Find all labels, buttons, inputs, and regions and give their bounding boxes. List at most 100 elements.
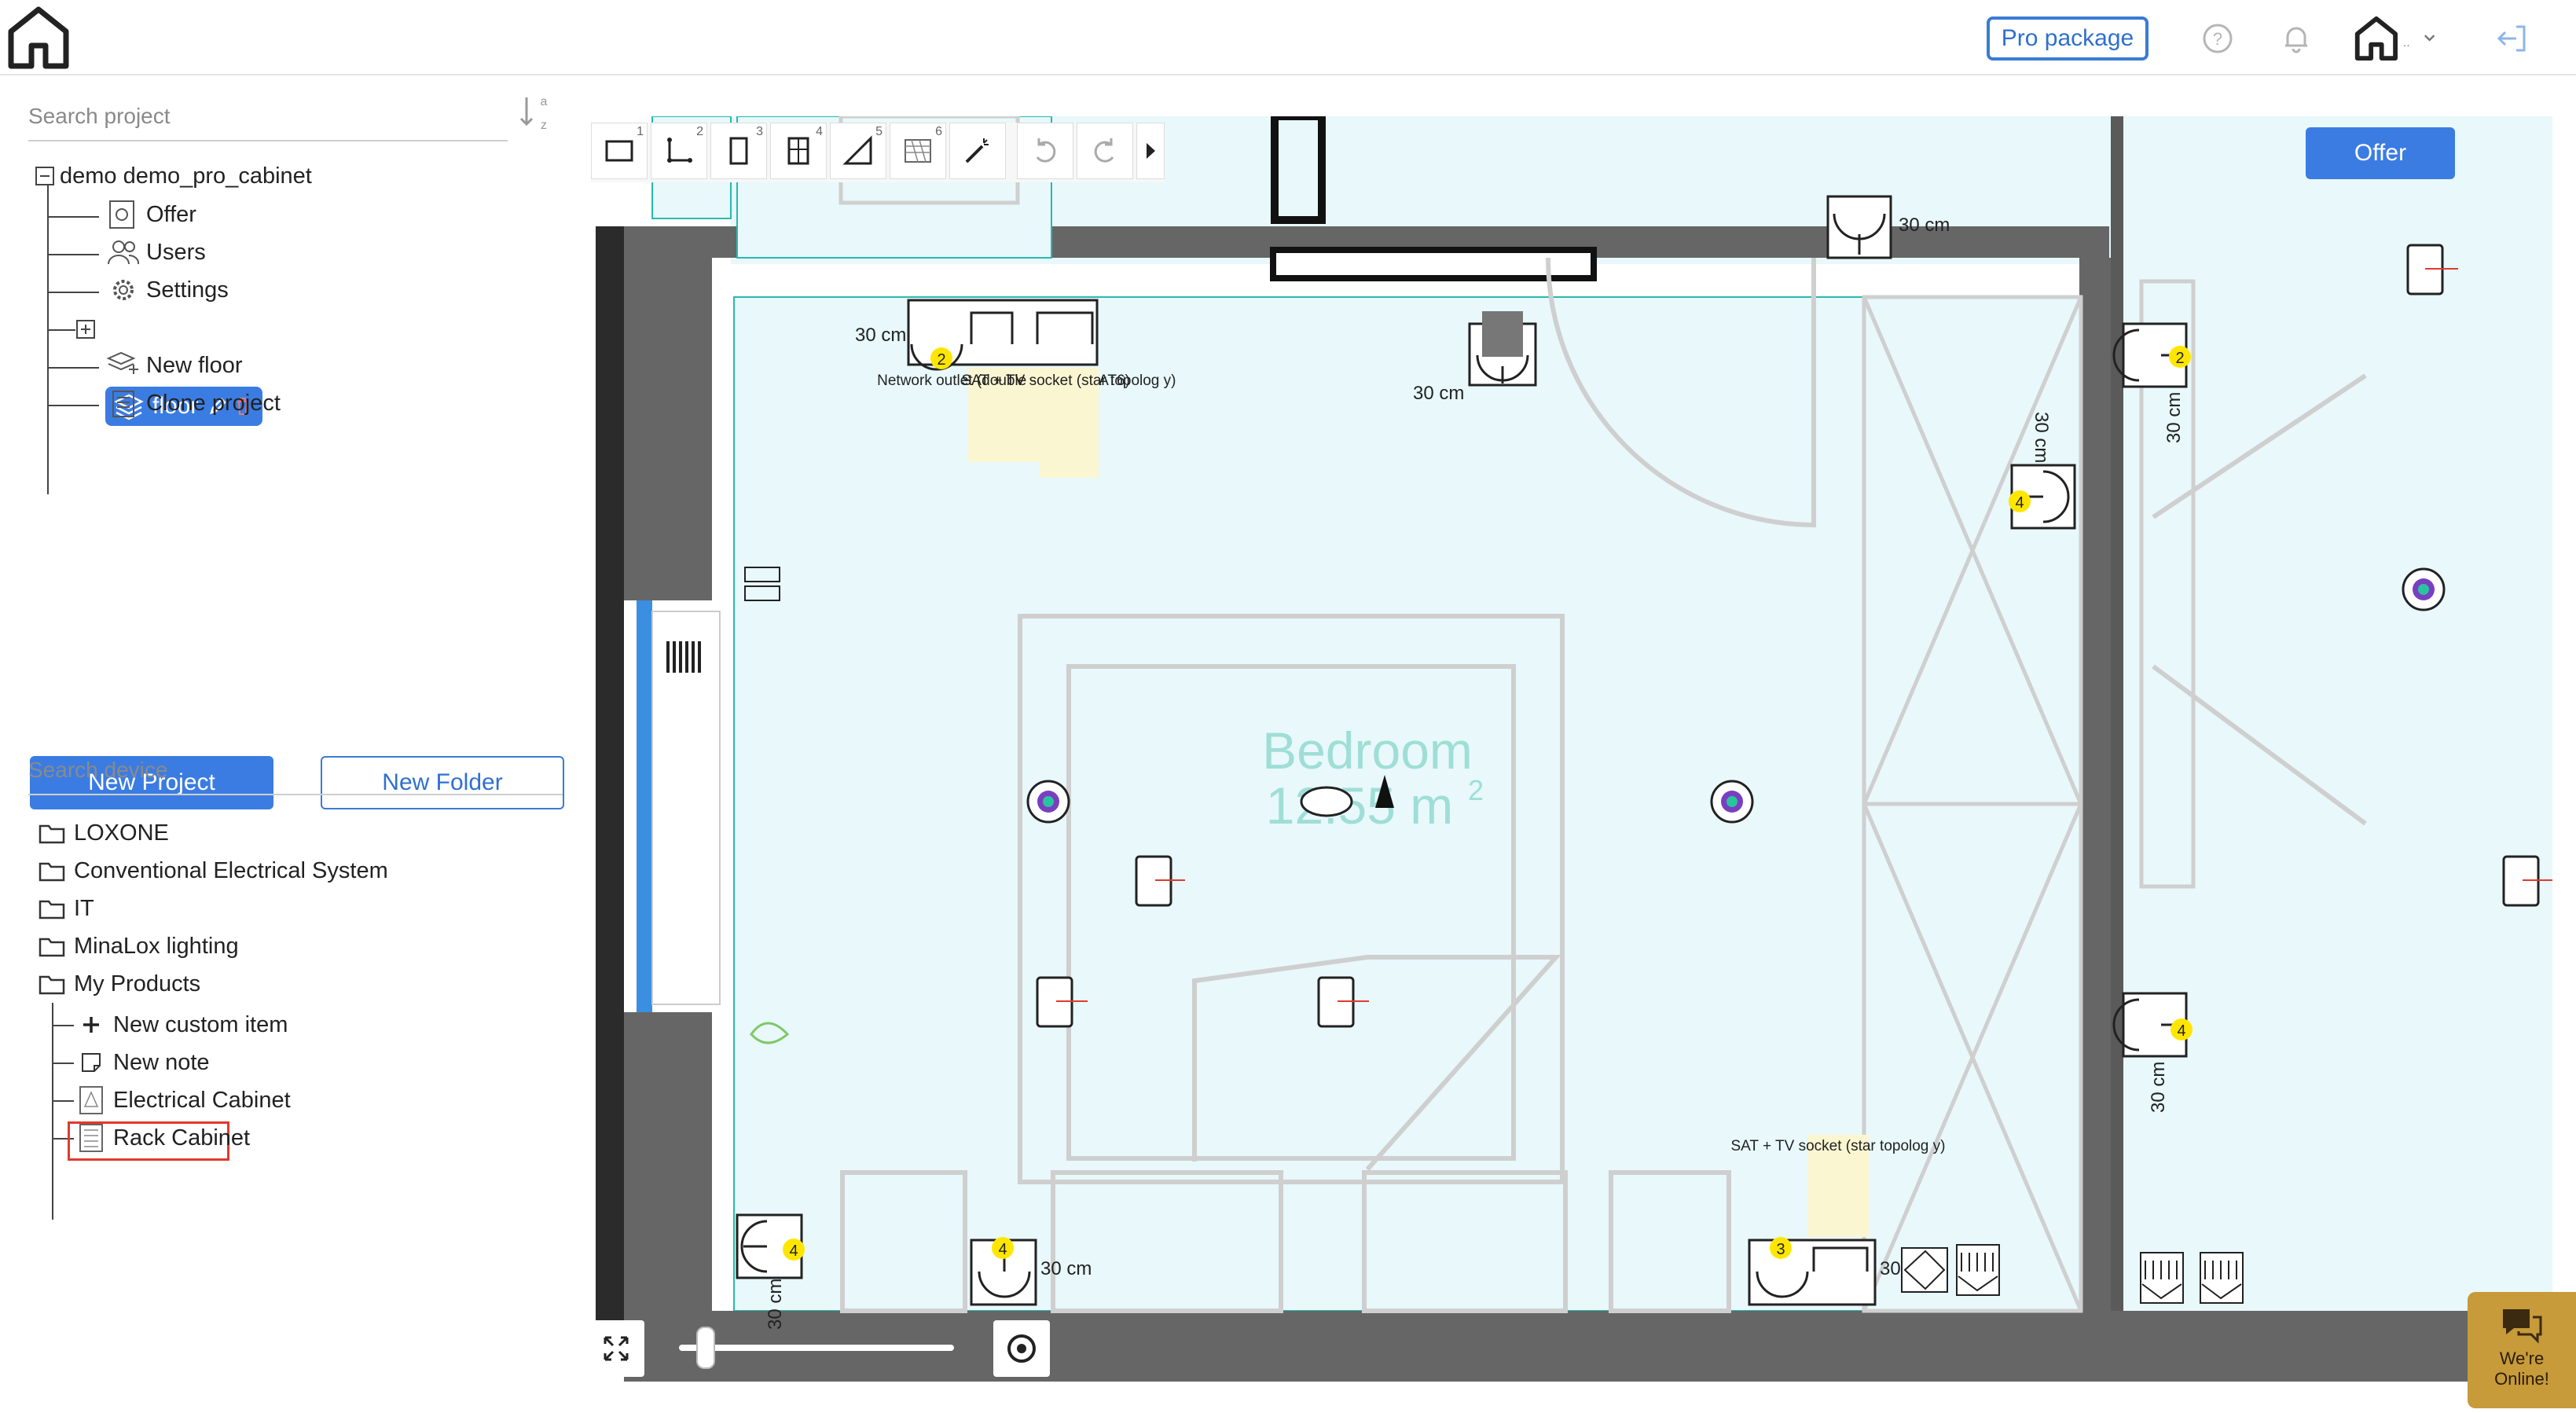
bottom-left-socket-symbol[interactable]: 4	[736, 1213, 805, 1279]
rgb-light-symbol[interactable]	[1026, 780, 1070, 824]
tree-item-new-floor[interactable]: New floor	[105, 348, 243, 383]
folder-label: MinaLox lighting	[74, 933, 239, 959]
heating-symbol[interactable]	[2200, 1252, 2244, 1304]
sort-az-icon[interactable]: a z	[519, 93, 553, 135]
top-bar: Pro package ? ..	[0, 0, 2576, 75]
wall-socket-symbol[interactable]: 4	[2009, 464, 2076, 530]
tree-item-offer[interactable]: Offer	[105, 197, 196, 232]
folder-loxone[interactable]: LOXONE	[38, 816, 169, 850]
right-socket-symbol-upper[interactable]: 2	[2112, 322, 2191, 388]
radiator-symbol[interactable]	[665, 638, 704, 673]
note-icon	[82, 1053, 101, 1072]
svg-text:4: 4	[2015, 494, 2024, 512]
line-tool[interactable]: 2	[651, 123, 707, 179]
tree-line	[47, 216, 99, 218]
zoom-slider-track[interactable]	[679, 1345, 954, 1351]
heating-symbol[interactable]	[2140, 1252, 2184, 1304]
tree-line	[47, 405, 99, 406]
electrical-cabinet-item[interactable]: Electrical Cabinet	[77, 1083, 291, 1118]
tree-line	[52, 1025, 74, 1026]
chat-line-1: We're	[2499, 1349, 2545, 1368]
undo-button[interactable]	[1017, 123, 1073, 179]
tree-item-users[interactable]: Users	[105, 235, 206, 270]
toolbar-more-button[interactable]	[1136, 123, 1165, 179]
svg-text:a: a	[541, 95, 548, 108]
folder-icon	[39, 824, 65, 844]
search-device-input[interactable]	[28, 747, 563, 795]
top-socket-symbol[interactable]	[1826, 195, 1892, 259]
redo-button[interactable]	[1077, 123, 1133, 179]
center-view-button[interactable]	[993, 1320, 1050, 1377]
fit-screen-button[interactable]	[588, 1320, 644, 1377]
chat-widget[interactable]: We're Online!	[2468, 1292, 2576, 1408]
window-contact-symbol[interactable]	[1901, 1247, 1948, 1293]
tree-item-settings[interactable]: Settings	[105, 273, 229, 307]
redo-icon	[1094, 138, 1114, 163]
polyline-icon	[667, 138, 692, 163]
svg-text:4: 4	[2177, 1022, 2185, 1040]
offer-button[interactable]: Offer	[2306, 127, 2455, 179]
play-right-icon	[1147, 143, 1155, 159]
folder-minalox-lighting[interactable]: MinaLox lighting	[38, 929, 239, 963]
dimension-label: 30 cm	[1413, 383, 1464, 404]
new-floor-icon	[106, 351, 138, 374]
logout-icon[interactable]	[2493, 19, 2532, 58]
svg-text:3: 3	[1776, 1241, 1785, 1258]
bell-icon[interactable]	[2277, 19, 2316, 58]
dimension-label: 30 cm	[1040, 1258, 1092, 1279]
rgb-light-symbol[interactable]	[1710, 780, 1754, 824]
sat-tv-socket-note-2-text: SAT + TV socket (star topolog y)	[1731, 1138, 1946, 1154]
dimension-label: 30 cm	[1899, 215, 1950, 236]
rectangle-tool[interactable]: 1	[591, 123, 648, 179]
folder-it[interactable]: IT	[38, 891, 94, 926]
bottom-socket-symbol[interactable]: 4	[970, 1237, 1037, 1306]
target-icon	[1007, 1334, 1036, 1363]
help-icon[interactable]: ?	[2198, 19, 2237, 58]
expand-icon[interactable]	[75, 319, 96, 339]
project-root[interactable]: demo demo_pro_cabinet	[35, 159, 312, 193]
rack-cabinet-item[interactable]: Rack Cabinet	[77, 1121, 250, 1155]
window-tool[interactable]: 4	[770, 123, 827, 179]
zoom-slider-thumb[interactable]	[696, 1327, 715, 1369]
door-tool[interactable]: 3	[710, 123, 767, 179]
sat-tv-socket-symbol[interactable]: 3	[1748, 1237, 1877, 1306]
dimension-label: 30 cm	[2163, 392, 2185, 443]
room-area-unit: 2	[1468, 774, 1484, 806]
account-menu[interactable]: ..	[2351, 9, 2438, 66]
tree-line	[52, 1100, 74, 1102]
svg-text:2: 2	[937, 351, 945, 369]
pattern-icon	[905, 139, 931, 163]
pattern-tool[interactable]: 6	[890, 123, 946, 179]
tree-item-clone-project[interactable]: Clone project	[105, 386, 281, 420]
plus-icon	[83, 1017, 99, 1033]
new-note-item[interactable]: New note	[77, 1045, 210, 1080]
svg-text:4: 4	[789, 1242, 798, 1260]
account-home-icon	[2354, 16, 2398, 61]
tree-line	[47, 329, 75, 331]
window-icon	[787, 137, 809, 165]
rgb-light-symbol[interactable]	[2402, 567, 2446, 611]
folder-conventional-electrical-system[interactable]: Conventional Electrical System	[38, 853, 388, 888]
network-outlet-symbol[interactable]: 2	[907, 299, 1099, 371]
sensor-symbol[interactable]	[1482, 311, 1523, 357]
search-project-input[interactable]	[28, 93, 508, 141]
heating-symbol[interactable]	[1956, 1244, 2000, 1296]
folder-my-products[interactable]: My Products	[38, 967, 200, 1001]
dimension-label: 30 cm	[855, 325, 906, 346]
floorplan-drawing[interactable]: Bedroom 12.55 m 2 2 30 cm Network outlet…	[582, 116, 2552, 1382]
right-socket-symbol-lower[interactable]: 4	[2112, 992, 2193, 1058]
tree-line	[47, 367, 99, 369]
dimension-label: 30 cm	[2148, 1062, 2169, 1113]
new-custom-item[interactable]: New custom item	[77, 1007, 288, 1042]
tree-line	[52, 1003, 53, 1220]
pro-package-button[interactable]: Pro package	[1987, 17, 2149, 61]
svg-text:?: ?	[2213, 29, 2222, 49]
collapse-icon[interactable]	[35, 166, 55, 186]
home-logo-icon[interactable]	[5, 3, 72, 71]
tree-item-label: New floor	[146, 352, 243, 378]
offer-icon	[109, 200, 134, 229]
measure-tool[interactable]: 5	[830, 123, 886, 179]
floorplan-canvas[interactable]: Bedroom 12.55 m 2 2 30 cm Network outlet…	[582, 116, 2552, 1382]
magic-wand-tool[interactable]	[949, 123, 1006, 179]
room-area: 12.55 m	[1266, 776, 1453, 835]
